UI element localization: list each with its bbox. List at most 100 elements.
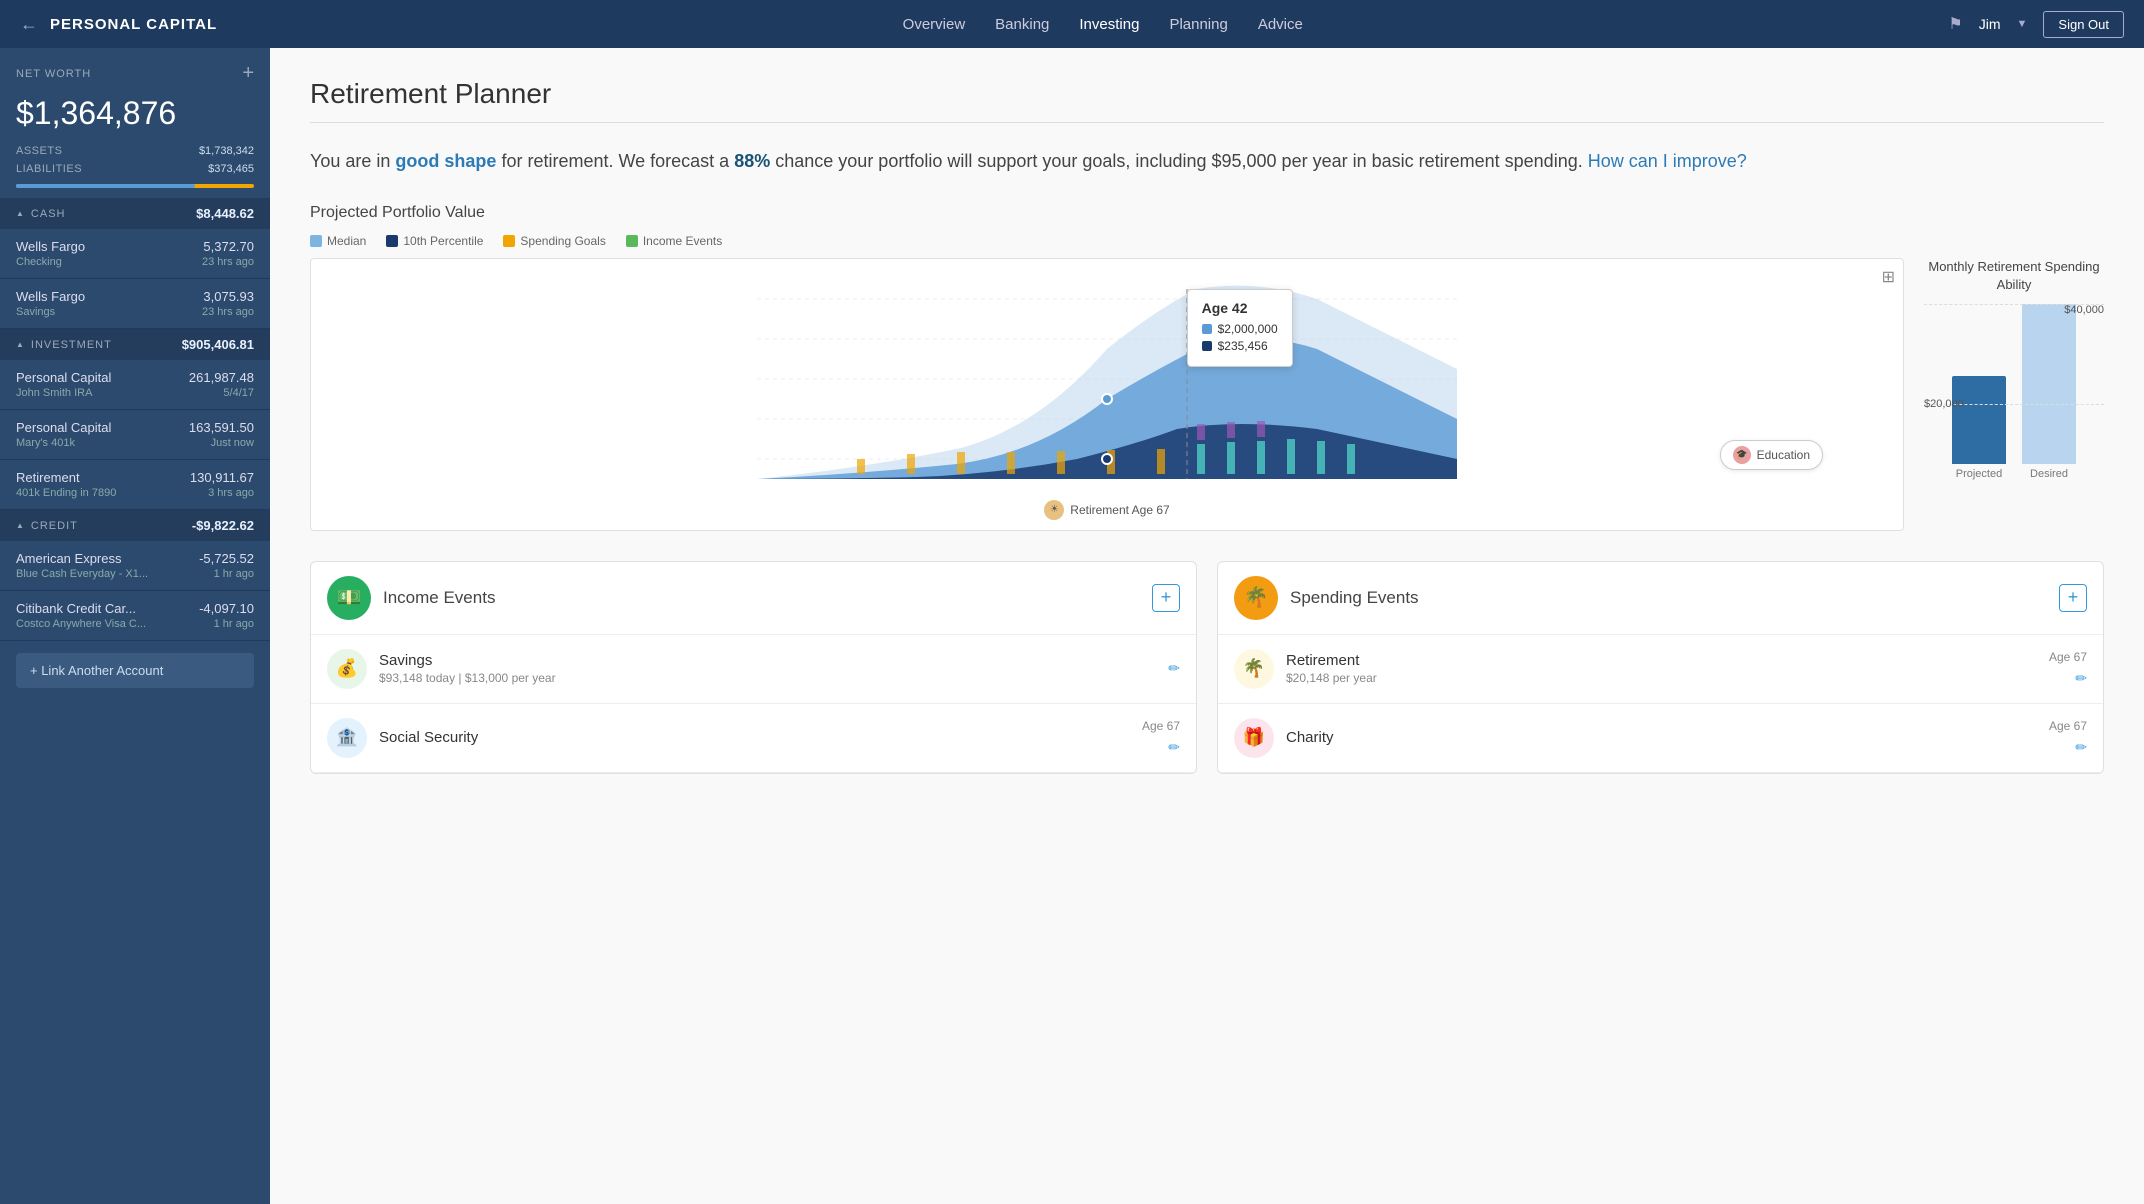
account-name: Wells Fargo (16, 239, 85, 254)
legend-spending-dot (503, 235, 515, 247)
tooltip-color-2 (1202, 341, 1212, 351)
account-name: Citibank Credit Car... (16, 601, 146, 616)
account-right: 5,372.70 23 hrs ago (202, 239, 254, 268)
list-item[interactable]: Personal Capital John Smith IRA 261,987.… (0, 360, 270, 410)
income-events-title: 💵 Income Events (327, 576, 495, 620)
liabilities-row: LIABILITIES $373,465 (0, 160, 270, 178)
legend-spending-label: Spending Goals (520, 234, 605, 248)
credit-section-header[interactable]: ▲ CREDIT -$9,822.62 (0, 510, 270, 541)
list-item[interactable]: 🏦 Social Security Age 67 ✏ (311, 704, 1196, 773)
sidebar: NET WORTH + $1,364,876 ASSETS $1,738,342… (0, 48, 270, 1204)
investment-label: ▲ INVESTMENT (16, 339, 112, 351)
liabilities-value: $373,465 (208, 163, 254, 175)
monthly-retirement-chart: Monthly Retirement Spending Ability $40,… (1924, 258, 2104, 504)
account-left: Citibank Credit Car... Costco Anywhere V… (16, 601, 146, 630)
nav-banking[interactable]: Banking (995, 16, 1049, 33)
account-time: 23 hrs ago (202, 256, 254, 268)
retirement-spending-edit-icon[interactable]: ✏ (2075, 670, 2087, 687)
savings-edit-icon[interactable]: ✏ (1168, 660, 1180, 677)
chart-legend: Median 10th Percentile Spending Goals In… (310, 234, 2104, 248)
legend-10th-dot (386, 235, 398, 247)
forecast-text: You are in good shape for retirement. We… (310, 147, 2104, 176)
account-sub: Blue Cash Everyday - X1... (16, 568, 148, 580)
retirement-spending-name: Retirement (1286, 652, 2037, 669)
charity-edit-icon[interactable]: ✏ (2075, 739, 2087, 756)
bar-fill (16, 184, 195, 188)
savings-detail: $93,148 today | $13,000 per year (379, 671, 1156, 685)
nav-planning[interactable]: Planning (1169, 16, 1227, 33)
savings-name: Savings (379, 652, 1156, 669)
chart-export-icon[interactable]: ⊞ (1882, 267, 1895, 287)
nav-advice[interactable]: Advice (1258, 16, 1303, 33)
retirement-spending-age: Age 67 (2049, 650, 2087, 664)
legend-income: Income Events (626, 234, 722, 248)
desired-value-label: $40,000 (2064, 304, 2104, 316)
projected-portfolio-chart (321, 269, 1893, 489)
list-item[interactable]: 🎁 Charity Age 67 ✏ (1218, 704, 2103, 773)
tooltip-age: Age 42 (1202, 300, 1278, 316)
list-item[interactable]: 💰 Savings $93,148 today | $13,000 per ye… (311, 635, 1196, 704)
list-item[interactable]: Wells Fargo Savings 3,075.93 23 hrs ago (0, 279, 270, 329)
chart-title: Projected Portfolio Value (310, 204, 2104, 222)
account-right: -5,725.52 1 hr ago (199, 551, 254, 580)
tooltip-row-1: $2,000,000 (1202, 322, 1278, 336)
retirement-spending-detail: $20,148 per year (1286, 671, 2037, 685)
account-time: Just now (189, 437, 254, 449)
account-right: 3,075.93 23 hrs ago (202, 289, 254, 318)
assets-value: $1,738,342 (199, 145, 254, 157)
user-menu[interactable]: Jim (1979, 16, 2001, 32)
account-value: 5,372.70 (202, 239, 254, 254)
list-item[interactable]: Retirement 401k Ending in 7890 130,911.6… (0, 460, 270, 510)
link-account-button[interactable]: + Link Another Account (16, 653, 254, 688)
chart-wrapper: ⊞ (310, 258, 2104, 531)
list-item[interactable]: 🌴 Retirement $20,148 per year Age 67 ✏ (1218, 635, 2103, 704)
savings-info: Savings $93,148 today | $13,000 per year (379, 652, 1156, 685)
flag-icon[interactable]: ⚑ (1948, 14, 1962, 34)
tooltip-row-2: $235,456 (1202, 339, 1278, 353)
desired-bar-group: Desired (2022, 304, 2076, 480)
forecast-percent: 88% (734, 151, 770, 171)
legend-10th: 10th Percentile (386, 234, 483, 248)
nav-overview[interactable]: Overview (903, 16, 966, 33)
social-security-edit-icon[interactable]: ✏ (1168, 739, 1180, 756)
add-spending-event-button[interactable]: + (2059, 584, 2087, 612)
education-text: Education (1757, 448, 1810, 462)
signout-button[interactable]: Sign Out (2043, 11, 2124, 38)
improve-link[interactable]: How can I improve? (1588, 151, 1747, 171)
chart-section: Projected Portfolio Value Median 10th Pe… (310, 204, 2104, 531)
add-income-event-button[interactable]: + (1152, 584, 1180, 612)
nav-links: Overview Banking Investing Planning Advi… (257, 16, 1948, 33)
account-value: 3,075.93 (202, 289, 254, 304)
spending-events-panel: 🌴 Spending Events + 🌴 Retirement $20,148… (1217, 561, 2104, 774)
account-right: -4,097.10 1 hr ago (199, 601, 254, 630)
legend-spending: Spending Goals (503, 234, 605, 248)
social-security-name: Social Security (379, 729, 1130, 746)
net-worth-label: NET WORTH (16, 68, 91, 80)
account-left: Personal Capital Mary's 401k (16, 420, 111, 449)
nav-investing[interactable]: Investing (1079, 16, 1139, 33)
spending-events-title: 🌴 Spending Events (1234, 576, 1419, 620)
list-item[interactable]: Citibank Credit Car... Costco Anywhere V… (0, 591, 270, 641)
main-content: Retirement Planner You are in good shape… (270, 48, 2144, 1204)
add-account-icon[interactable]: + (242, 62, 254, 85)
charity-age: Age 67 (2049, 719, 2087, 733)
legend-income-label: Income Events (643, 234, 722, 248)
list-item[interactable]: American Express Blue Cash Everyday - X1… (0, 541, 270, 591)
account-value: 163,591.50 (189, 420, 254, 435)
sidebar-header: NET WORTH + (0, 48, 270, 93)
credit-total: -$9,822.62 (192, 518, 254, 533)
list-item[interactable]: Personal Capital Mary's 401k 163,591.50 … (0, 410, 270, 460)
main-chart-container: ⊞ (310, 258, 1904, 531)
list-item[interactable]: Wells Fargo Checking 5,372.70 23 hrs ago (0, 229, 270, 279)
monthly-chart-title: Monthly Retirement Spending Ability (1924, 258, 2104, 294)
tooltip-value-1: $2,000,000 (1218, 322, 1278, 336)
account-value: 261,987.48 (189, 370, 254, 385)
back-icon[interactable]: ← (20, 14, 38, 35)
investment-section-header[interactable]: ▲ INVESTMENT $905,406.81 (0, 329, 270, 360)
education-icon: 🎓 (1733, 446, 1751, 464)
cash-section-header[interactable]: ▲ CASH $8,448.62 (0, 198, 270, 229)
bar-track (16, 184, 254, 188)
education-event-label[interactable]: 🎓 Education (1720, 440, 1823, 470)
credit-label: ▲ CREDIT (16, 520, 78, 532)
user-dropdown-icon[interactable]: ▼ (2017, 18, 2028, 30)
